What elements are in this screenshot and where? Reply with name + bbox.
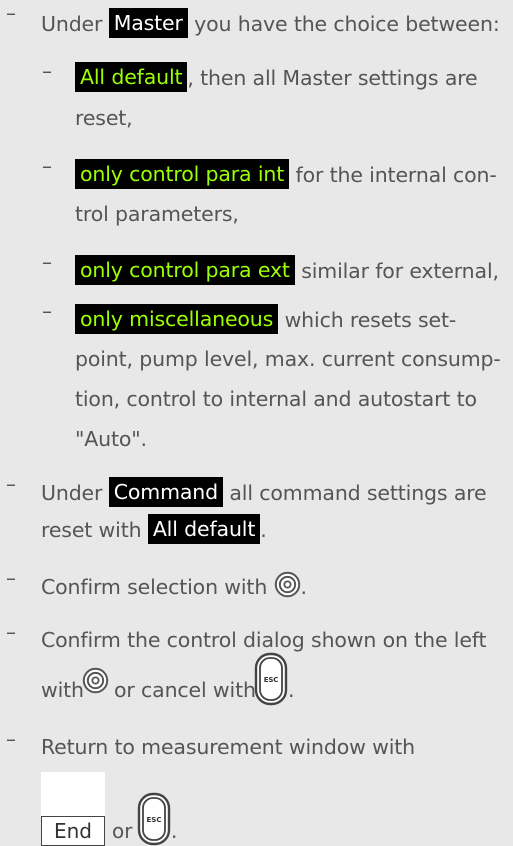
esc-label: ESC <box>264 676 279 684</box>
confirm-selection-end: . <box>300 575 308 599</box>
bullet-dash: – <box>42 154 52 178</box>
bullet-dash: – <box>6 620 16 644</box>
bullet-dash: – <box>42 299 52 323</box>
return-or: or <box>112 819 133 843</box>
master-after: you have the choice between: <box>194 12 500 36</box>
command-after: all command settings are <box>229 481 487 505</box>
command-key: Command <box>108 476 224 507</box>
bullet-dash: – <box>6 727 16 751</box>
manual-page: – Under Master you have the choice betwe… <box>0 0 513 846</box>
enter-button-icon <box>274 571 300 597</box>
confirm-dialog-end: . <box>288 678 295 702</box>
master-before: Under <box>41 12 103 36</box>
return-end: . <box>171 819 178 843</box>
option-text: point, pump level, max. current consump- <box>75 347 501 371</box>
option-text: , then all Master settings are <box>187 66 478 90</box>
option-text: reset, <box>75 106 133 130</box>
bullet-dash: – <box>42 59 52 83</box>
command-before: Under <box>41 481 103 505</box>
option-text: for the internal con- <box>295 163 497 187</box>
confirm-dialog-with: with <box>41 678 84 702</box>
master-key: Master <box>108 7 188 38</box>
bullet-dash: – <box>6 472 16 496</box>
end-key-wrap: End <box>41 772 105 846</box>
confirm-dialog-cancel-text: or cancel with <box>114 678 256 702</box>
option-text: "Auto". <box>75 427 147 451</box>
end-key: End <box>41 816 105 846</box>
bullet-dash: – <box>42 250 52 274</box>
all-default-key: All default <box>75 61 188 92</box>
command-line2: reset with <box>41 518 142 542</box>
control-para-ext-key: only control para ext <box>75 254 295 285</box>
esc-button-icon: ESC <box>254 652 288 706</box>
command-all-default-key: All default <box>147 513 261 544</box>
master-line: Under Master you have the choice between… <box>41 7 500 39</box>
miscellaneous-key: only miscellaneous <box>75 303 279 334</box>
option-text: trol parameters, <box>75 202 239 226</box>
enter-button-icon <box>82 667 109 694</box>
key-white-area <box>41 772 105 816</box>
bullet-dash: – <box>6 566 16 590</box>
option-text: similar for external, <box>301 259 499 283</box>
control-para-int-key: only control para int <box>75 158 290 189</box>
return-line1: Return to measurement window with <box>41 735 416 759</box>
esc-label: ESC <box>147 816 162 824</box>
confirm-selection-text: Confirm selection with <box>41 575 268 599</box>
bullet-dash: – <box>6 1 16 25</box>
esc-button-icon: ESC <box>137 792 171 846</box>
command-line2-end: . <box>260 518 267 542</box>
option-text: which resets set- <box>284 308 457 332</box>
option-text: tion, control to internal and autostart … <box>75 387 477 411</box>
